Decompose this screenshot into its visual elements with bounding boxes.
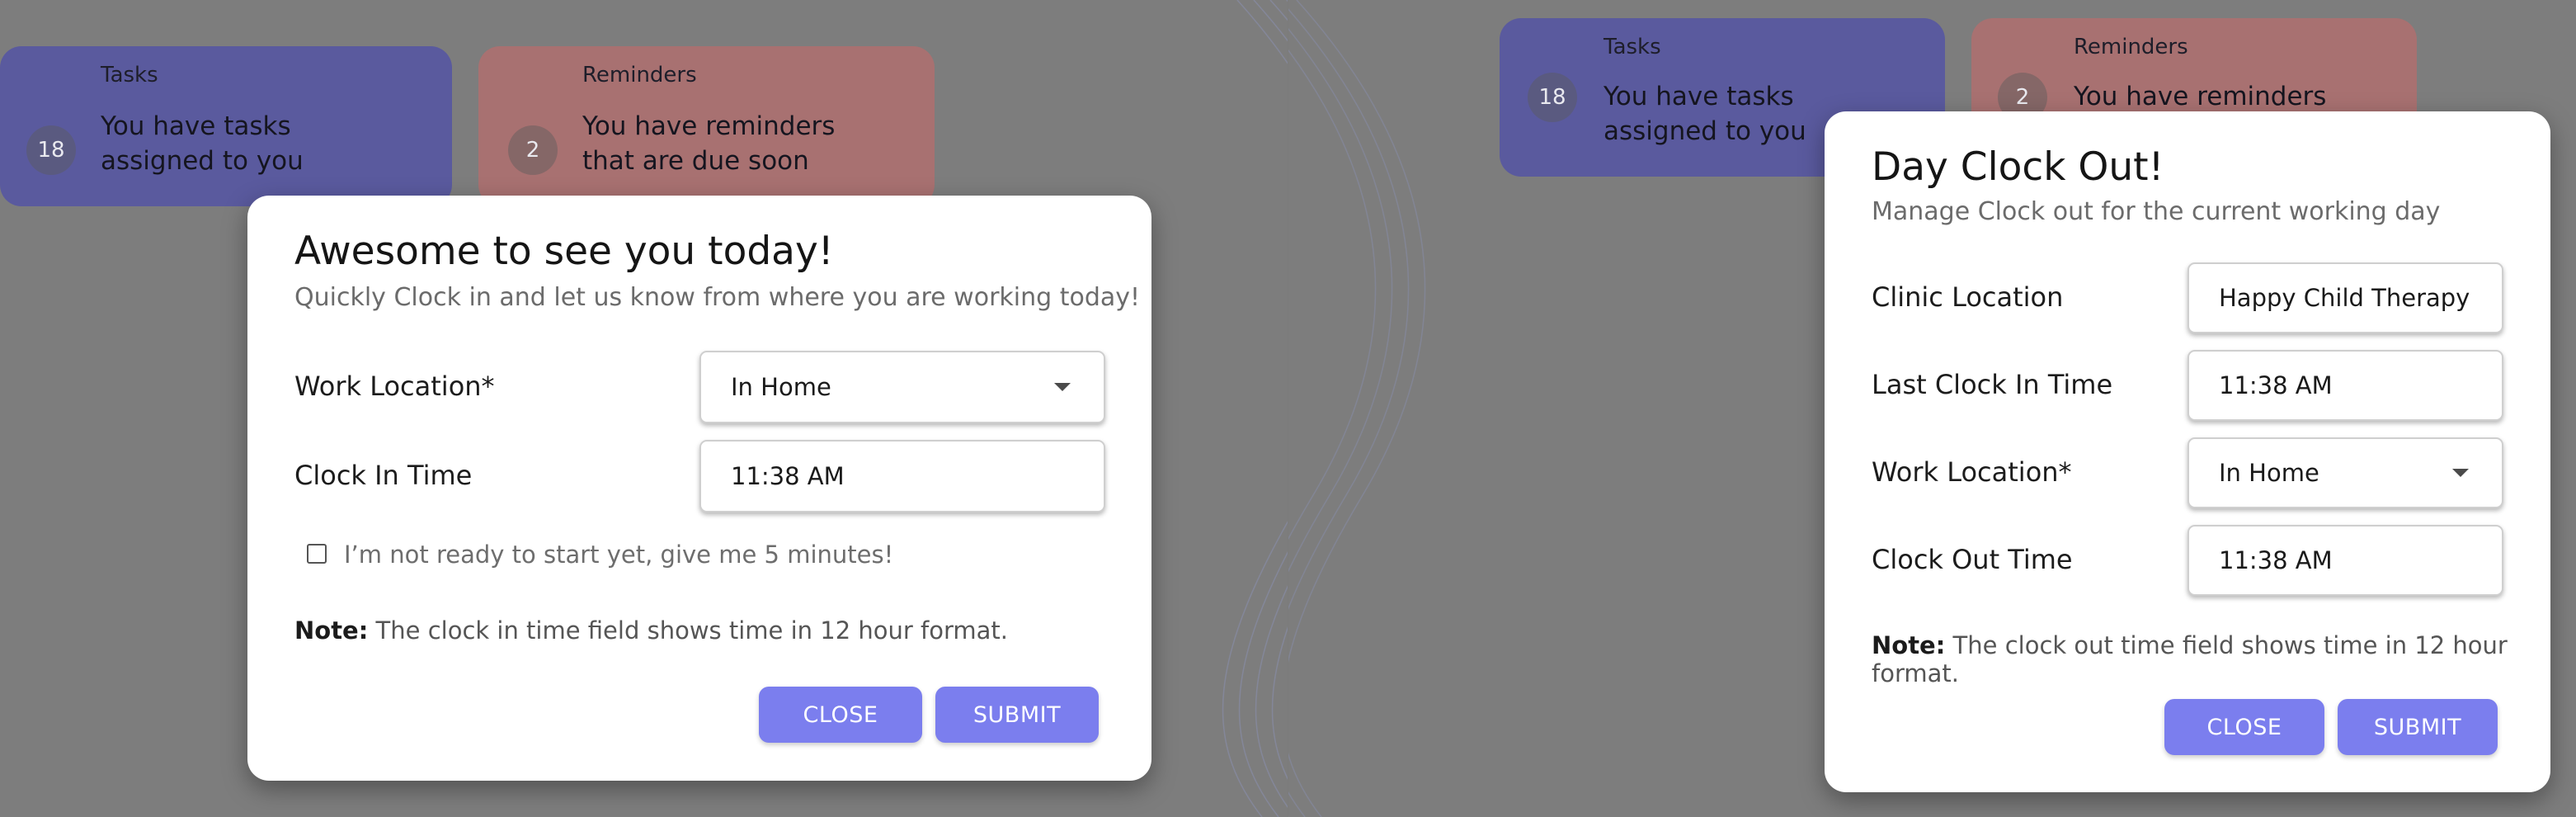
note-text: The clock in time field shows time in 12… — [368, 616, 1008, 645]
tasks-card-text: You have tasks assigned to you — [101, 109, 304, 178]
work-location-value: In Home — [731, 373, 831, 401]
note-text: The clock out time field shows time in 1… — [1872, 631, 2508, 687]
work-location-value: In Home — [2219, 459, 2319, 487]
reminders-card[interactable]: 2 Reminders You have reminders that are … — [478, 46, 935, 206]
chevron-down-icon — [1054, 383, 1071, 391]
last-clock-in-value: 11:38 AM — [2219, 371, 2333, 399]
dialog-title: Day Clock Out! — [1872, 144, 2164, 190]
tasks-card-title: Tasks — [101, 63, 158, 87]
reminders-card-text: You have reminders — [2074, 79, 2326, 114]
clock-out-time-value: 11:38 AM — [2219, 546, 2333, 574]
clinic-location-field[interactable]: Happy Child Therapy — [2187, 262, 2503, 333]
clock-in-time-value: 11:38 AM — [731, 462, 845, 490]
dialog-subtitle: Manage Clock out for the current working… — [1872, 197, 2441, 226]
tasks-text-line2: assigned to you — [1604, 116, 1806, 146]
clock-in-screen: 18 Tasks You have tasks assigned to you … — [0, 0, 1288, 817]
clock-out-screen: 18 Tasks You have tasks assigned to you … — [1288, 0, 2576, 817]
reminders-card-title: Reminders — [2074, 35, 2188, 59]
reminders-text-line1: You have reminders — [2074, 82, 2327, 111]
reminders-card-title: Reminders — [582, 63, 697, 87]
reminders-text-line1: You have reminders — [582, 111, 836, 141]
reminders-count-badge: 2 — [508, 125, 558, 175]
last-clock-in-field[interactable]: 11:38 AM — [2187, 350, 2503, 421]
dialog-subtitle: Quickly Clock in and let us know from wh… — [294, 283, 1141, 312]
clock-out-time-field[interactable]: 11:38 AM — [2187, 525, 2503, 596]
note-label: Note: — [294, 616, 369, 645]
clock-in-time-label: Clock In Time — [294, 460, 473, 491]
clock-in-dialog: Awesome to see you today! Quickly Clock … — [247, 196, 1151, 781]
tasks-card-title: Tasks — [1604, 35, 1661, 59]
clock-in-time-field[interactable]: 11:38 AM — [699, 440, 1105, 512]
tasks-count-badge: 18 — [1528, 73, 1577, 122]
time-format-note: Note: The clock out time field shows tim… — [1872, 631, 2550, 687]
close-button[interactable]: CLOSE — [2164, 699, 2324, 755]
clock-out-dialog: Day Clock Out! Manage Clock out for the … — [1825, 111, 2550, 792]
clock-out-time-label: Clock Out Time — [1872, 544, 2073, 575]
delay-start-checkbox[interactable] — [307, 544, 327, 564]
clinic-location-value: Happy Child Therapy — [2219, 284, 2470, 312]
tasks-text-line1: You have tasks — [101, 111, 291, 141]
time-format-note: Note: The clock in time field shows time… — [294, 616, 1008, 645]
work-location-select[interactable]: In Home — [699, 351, 1105, 423]
tasks-card[interactable]: 18 Tasks You have tasks assigned to you — [0, 46, 452, 206]
background-curves — [1222, 0, 1288, 817]
work-location-select[interactable]: In Home — [2187, 437, 2503, 508]
tasks-count-badge: 18 — [26, 125, 76, 175]
close-button[interactable]: CLOSE — [759, 687, 922, 743]
delay-start-label[interactable]: I’m not ready to start yet, give me 5 mi… — [344, 541, 893, 569]
last-clock-in-label: Last Clock In Time — [1872, 369, 2113, 400]
note-label: Note: — [1872, 631, 1946, 659]
tasks-text-line1: You have tasks — [1604, 82, 1794, 111]
reminders-card-text: You have reminders that are due soon — [582, 109, 835, 178]
submit-button[interactable]: SUBMIT — [2338, 699, 2498, 755]
work-location-label: Work Location* — [1872, 456, 2072, 488]
tasks-text-line2: assigned to you — [101, 146, 304, 176]
chevron-down-icon — [2452, 469, 2469, 477]
reminders-text-line2: that are due soon — [582, 146, 809, 176]
dialog-title: Awesome to see you today! — [294, 229, 834, 274]
clinic-location-label: Clinic Location — [1872, 281, 2064, 313]
tasks-card-text: You have tasks assigned to you — [1604, 79, 1806, 149]
submit-button[interactable]: SUBMIT — [935, 687, 1099, 743]
work-location-label: Work Location* — [294, 371, 495, 402]
